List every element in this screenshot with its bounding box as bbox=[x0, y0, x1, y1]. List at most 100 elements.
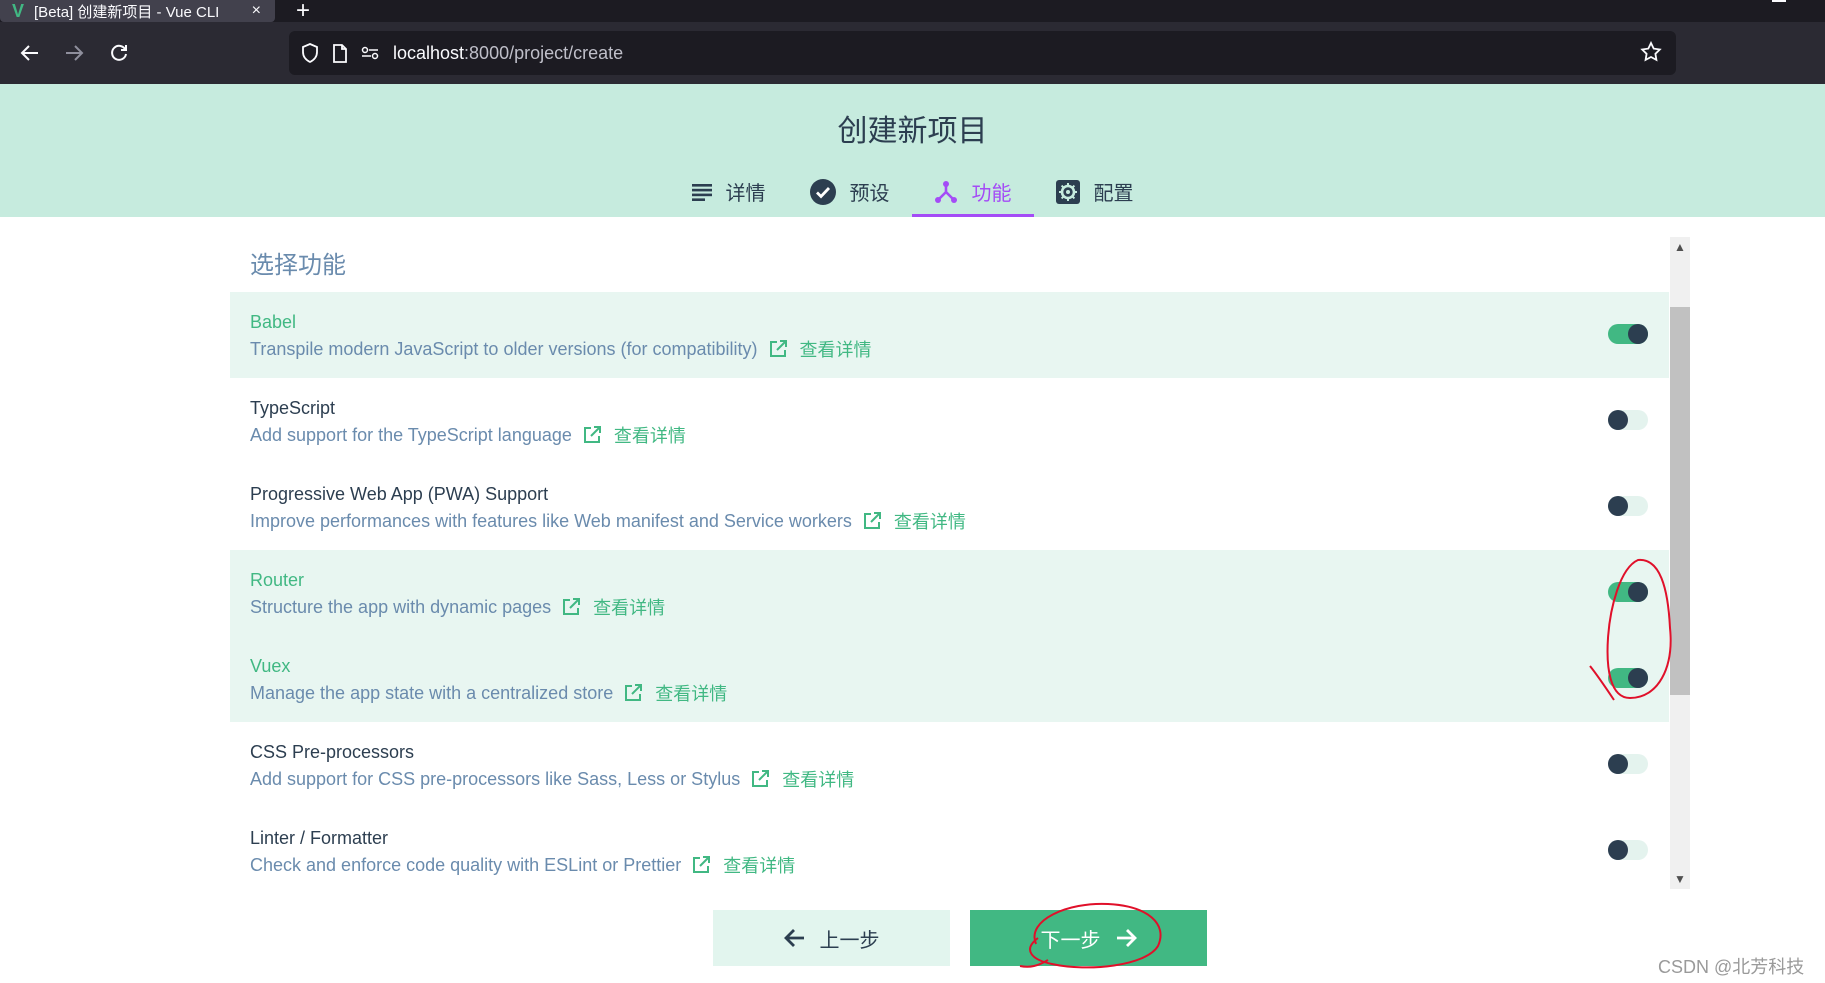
feature-row[interactable]: CSS Pre-processors Add support for CSS pr… bbox=[230, 722, 1669, 808]
view-details-link[interactable]: 查看详情 bbox=[614, 422, 686, 448]
feature-description-text: Improve performances with features like … bbox=[250, 510, 852, 531]
feature-toggle[interactable] bbox=[1608, 668, 1648, 688]
arrow-right-icon bbox=[66, 45, 84, 61]
next-step-button[interactable]: 下一步 bbox=[970, 910, 1207, 966]
arrow-left-icon bbox=[783, 928, 806, 948]
tab-details-label: 详情 bbox=[725, 183, 766, 205]
feature-description: Manage the app state with a centralized … bbox=[250, 680, 727, 706]
tab-presets[interactable]: 预设 bbox=[788, 166, 912, 217]
feature-name: TypeScript bbox=[250, 398, 336, 418]
step-tabs: 详情 预设 功能 配置 bbox=[0, 166, 1825, 217]
feature-name: CSS Pre-processors bbox=[250, 742, 415, 762]
tab-config[interactable]: 配置 bbox=[1034, 166, 1156, 217]
list-icon bbox=[691, 183, 712, 201]
page-title: 创建新项目 bbox=[837, 115, 988, 148]
feature-row[interactable]: Linter / Formatter Check and enforce code… bbox=[230, 808, 1669, 889]
feature-description: Add support for the TypeScript language 查… bbox=[250, 422, 686, 448]
tab-presets-label: 预设 bbox=[849, 183, 890, 205]
feature-row[interactable]: Babel Transpile modern JavaScript to olde… bbox=[230, 292, 1669, 378]
url-text[interactable]: localhost:8000/project/create bbox=[393, 43, 623, 64]
view-details-link[interactable]: 查看详情 bbox=[723, 852, 795, 878]
feature-toggle[interactable] bbox=[1608, 496, 1648, 516]
view-details-link[interactable]: 查看详情 bbox=[800, 336, 872, 362]
tab-features-label: 功能 bbox=[971, 183, 1012, 205]
browser-tab-bar: V [Beta] 创建新项目 - Vue CLI × + bbox=[0, 0, 1825, 24]
feature-description-text: Structure the app with dynamic pages bbox=[250, 596, 552, 617]
browser-tab[interactable]: V [Beta] 创建新项目 - Vue CLI × bbox=[0, 0, 275, 22]
section-title: 选择功能 bbox=[250, 252, 346, 279]
scroll-down-arrow-icon[interactable]: ▼ bbox=[1670, 869, 1690, 889]
feature-description: Improve performances with features like … bbox=[250, 508, 966, 534]
tab-features[interactable]: 功能 bbox=[911, 166, 1034, 217]
feature-toggle[interactable] bbox=[1608, 754, 1648, 774]
feature-name: Vuex bbox=[250, 656, 291, 676]
forward-button[interactable] bbox=[58, 37, 90, 69]
previous-step-button[interactable]: 上一步 bbox=[713, 910, 950, 966]
feature-toggle[interactable] bbox=[1608, 582, 1648, 602]
scrollbar-thumb[interactable] bbox=[1670, 307, 1690, 695]
feature-description: Check and enforce code quality with ESLi… bbox=[250, 852, 795, 878]
external-link-icon[interactable] bbox=[582, 425, 602, 445]
external-link-icon[interactable] bbox=[862, 511, 882, 531]
view-details-link[interactable]: 查看详情 bbox=[593, 594, 665, 620]
address-bar[interactable]: localhost:8000/project/create bbox=[289, 31, 1676, 75]
feature-description: Transpile modern JavaScript to older ver… bbox=[250, 336, 872, 362]
toggle-knob bbox=[1628, 668, 1648, 688]
browser-nav-bar: localhost:8000/project/create bbox=[0, 22, 1825, 84]
feature-description: Structure the app with dynamic pages 查看详情 bbox=[250, 594, 665, 620]
view-details-link[interactable]: 查看详情 bbox=[655, 680, 727, 706]
tab-details[interactable]: 详情 bbox=[670, 166, 788, 217]
toggle-knob bbox=[1608, 840, 1628, 860]
view-details-link[interactable]: 查看详情 bbox=[894, 508, 966, 534]
previous-step-label: 上一步 bbox=[819, 929, 880, 952]
scroll-up-arrow-icon[interactable]: ▲ bbox=[1670, 237, 1690, 257]
toggle-knob bbox=[1608, 496, 1628, 516]
permissions-icon[interactable] bbox=[361, 44, 379, 62]
feature-toggle[interactable] bbox=[1608, 324, 1648, 344]
vue-logo-icon: V bbox=[12, 1, 25, 21]
url-path: :8000/project/create bbox=[464, 42, 624, 63]
close-tab-icon[interactable]: × bbox=[252, 2, 261, 20]
feature-description: Add support for CSS pre-processors like … bbox=[250, 766, 854, 792]
feature-name: Progressive Web App (PWA) Support bbox=[250, 484, 549, 504]
bookmark-star-icon[interactable] bbox=[1640, 40, 1662, 69]
external-link-icon[interactable] bbox=[750, 769, 770, 789]
app-header: 创建新项目 详情 预设 功能 配置 bbox=[0, 84, 1825, 217]
page-icon[interactable] bbox=[331, 43, 349, 63]
minimize-window-icon[interactable] bbox=[1772, 0, 1786, 2]
feature-name: Router bbox=[250, 570, 305, 590]
feature-description-text: Manage the app state with a centralized … bbox=[250, 682, 614, 703]
reload-button[interactable] bbox=[103, 37, 135, 69]
back-button[interactable] bbox=[14, 37, 46, 69]
url-host: localhost bbox=[393, 42, 465, 63]
external-link-icon[interactable] bbox=[561, 597, 581, 617]
external-link-icon[interactable] bbox=[691, 855, 711, 875]
feature-description-text: Add support for CSS pre-processors like … bbox=[250, 768, 741, 789]
external-link-icon[interactable] bbox=[768, 339, 788, 359]
toggle-knob bbox=[1608, 410, 1628, 430]
watermark: CSDN @北芳科技 bbox=[1658, 957, 1805, 977]
reload-icon bbox=[111, 44, 127, 61]
view-details-link[interactable]: 查看详情 bbox=[782, 766, 854, 792]
next-step-label: 下一步 bbox=[1040, 929, 1101, 952]
feature-list-panel: 选择功能 Babel Transpile modern JavaScript to… bbox=[230, 237, 1669, 889]
feature-toggle[interactable] bbox=[1608, 840, 1648, 860]
feature-row[interactable]: Vuex Manage the app state with a centrali… bbox=[230, 636, 1669, 722]
feature-name: Babel bbox=[250, 312, 297, 332]
feature-row[interactable]: Progressive Web App (PWA) Support Improve… bbox=[230, 464, 1669, 550]
feature-description-text: Transpile modern JavaScript to older ver… bbox=[250, 338, 758, 359]
feature-row[interactable]: TypeScript Add support for the TypeScript… bbox=[230, 378, 1669, 464]
feature-name: Linter / Formatter bbox=[250, 828, 389, 848]
arrow-right-icon bbox=[1115, 928, 1137, 948]
check-circle-icon bbox=[809, 178, 836, 205]
feature-row[interactable]: Router Structure the app with dynamic pag… bbox=[230, 550, 1669, 636]
feature-description-text: Add support for the TypeScript language bbox=[250, 424, 572, 445]
external-link-icon[interactable] bbox=[623, 683, 643, 703]
toggle-knob bbox=[1628, 582, 1648, 602]
toggle-knob bbox=[1608, 754, 1628, 774]
feature-toggle[interactable] bbox=[1608, 410, 1648, 430]
gear-icon bbox=[1055, 179, 1080, 204]
fork-icon bbox=[934, 180, 958, 204]
shield-icon[interactable] bbox=[301, 43, 319, 63]
browser-tab-title: [Beta] 创建新项目 - Vue CLI bbox=[34, 3, 220, 21]
